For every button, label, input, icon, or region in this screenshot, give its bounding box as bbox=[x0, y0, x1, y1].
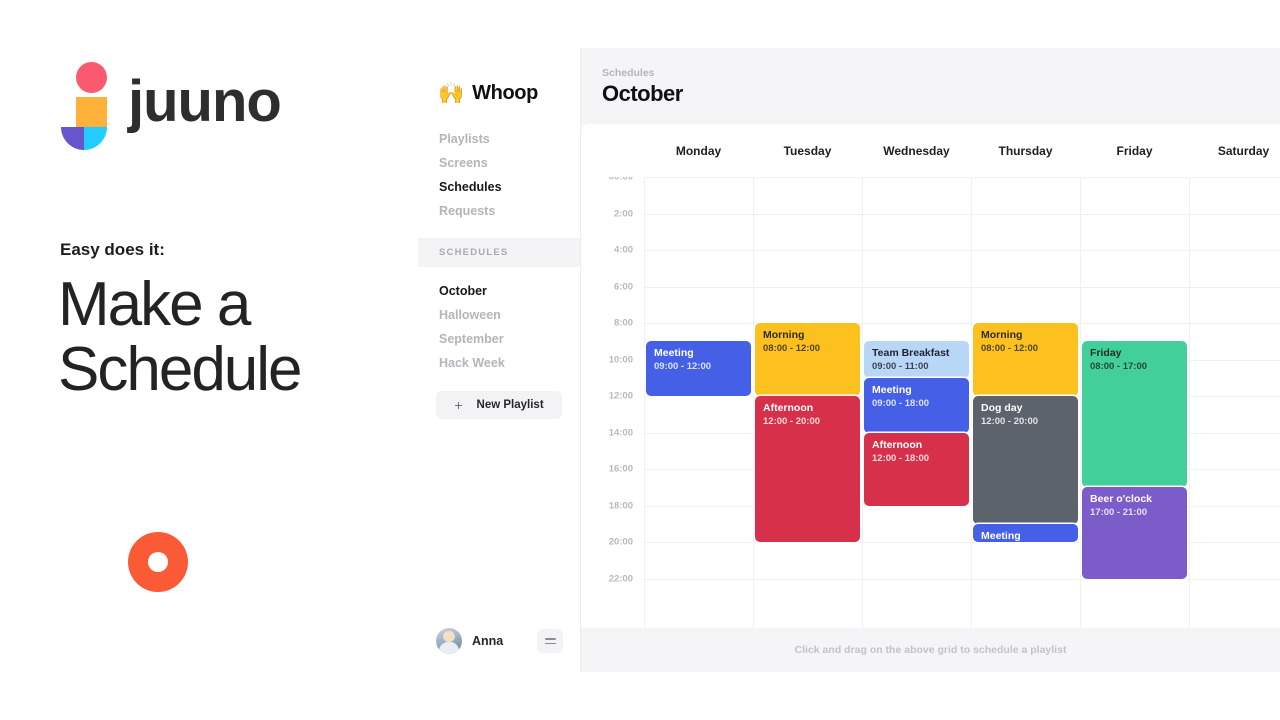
day-column-monday[interactable] bbox=[644, 177, 753, 628]
calendar-event[interactable]: Meeting 09:00 - 18:00 bbox=[864, 377, 969, 433]
calendar-event[interactable]: Team Breakfast 09:00 - 11:00 bbox=[864, 341, 969, 378]
logo-half-right-shape bbox=[84, 127, 107, 150]
record-ring-icon bbox=[128, 532, 188, 592]
event-title: Morning bbox=[981, 329, 1023, 341]
sidebar-item-schedules[interactable]: Schedules bbox=[418, 175, 580, 199]
logo-dot-shape bbox=[76, 62, 107, 93]
time-label: 16:00 bbox=[608, 463, 633, 475]
time-label: 12:00 bbox=[608, 390, 633, 402]
day-header-wednesday: Wednesday bbox=[883, 143, 950, 158]
promo-eyebrow: Easy does it: bbox=[60, 240, 165, 259]
raising-hands-emoji: 🙌 bbox=[438, 82, 465, 105]
calendar-event[interactable]: Beer o'clock 17:00 - 21:00 bbox=[1082, 487, 1187, 579]
schedule-item-october[interactable]: October bbox=[418, 279, 580, 303]
logo-half-left-shape bbox=[61, 127, 84, 150]
plus-icon: + bbox=[454, 397, 463, 413]
event-title: Dog day bbox=[981, 402, 1023, 414]
calendar-event[interactable]: Afternoon 12:00 - 20:00 bbox=[755, 396, 860, 542]
calendar-event[interactable]: Dog day 12:00 - 20:00 bbox=[973, 396, 1078, 524]
event-title: Friday bbox=[1090, 347, 1122, 360]
hamburger-bar bbox=[544, 637, 556, 640]
calendar-event[interactable]: Meeting bbox=[973, 523, 1078, 542]
time-label: 14:00 bbox=[608, 427, 633, 438]
sidebar-schedule-list: October Halloween September Hack Week bbox=[418, 267, 580, 375]
juuno-logo: juuno bbox=[60, 62, 282, 150]
time-label: 20:00 bbox=[608, 536, 633, 548]
event-title: Meeting bbox=[981, 529, 1021, 542]
event-title: Morning bbox=[763, 329, 805, 341]
juuno-logo-mark bbox=[60, 62, 112, 150]
avatar bbox=[436, 628, 462, 654]
event-time: 17:00 - 21:00 bbox=[1090, 507, 1148, 519]
juuno-logo-wordmark: juuno bbox=[128, 69, 282, 134]
promo-headline: Make a Schedule bbox=[58, 270, 303, 405]
sidebar-nav: Playlists Screens Schedules Requests bbox=[418, 127, 580, 223]
event-title: Team Breakfast bbox=[872, 347, 950, 360]
event-time: 08:00 - 12:00 bbox=[981, 343, 1039, 355]
calendar-time-axis: 00:00 2:00 4:00 6:00 8:00 10:00 12:00 14:00 16:0… bbox=[581, 177, 644, 628]
app-window: 🙌 Whoop Playlists Screens Schedules Requ… bbox=[418, 48, 1280, 672]
calendar-event[interactable]: Friday 08:00 - 17:00 bbox=[1082, 341, 1187, 488]
time-label: 10:00 bbox=[608, 354, 633, 365]
calendar-event[interactable]: Morning 08:00 - 12:00 bbox=[755, 323, 860, 396]
event-time: 09:00 - 18:00 bbox=[872, 397, 930, 409]
event-title: Meeting bbox=[872, 383, 912, 396]
time-label: 00:00 bbox=[608, 177, 633, 183]
time-label: 6:00 bbox=[613, 281, 633, 292]
sidebar: 🙌 Whoop Playlists Screens Schedules Requ… bbox=[418, 48, 581, 672]
calendar-grid[interactable]: Meeting 09:00 - 12:00 Morning 08:00 - 12:00… bbox=[644, 177, 1280, 628]
calendar-grid-wrap: 00:00 2:00 4:00 6:00 8:00 10:00 12:00 14:00 16:0… bbox=[581, 177, 1280, 628]
calendar-event[interactable]: Meeting 09:00 - 12:00 bbox=[646, 341, 751, 396]
schedule-item-halloween[interactable]: Halloween bbox=[418, 303, 580, 327]
logo-square-shape bbox=[76, 97, 107, 127]
day-header-saturday: Saturday bbox=[1217, 143, 1270, 158]
day-header-friday: Friday bbox=[1116, 143, 1153, 158]
new-playlist-button[interactable]: + New Playlist bbox=[436, 391, 562, 419]
hamburger-menu-icon[interactable] bbox=[537, 629, 563, 653]
event-time: 12:00 - 18:00 bbox=[872, 452, 930, 464]
time-label: 8:00 bbox=[613, 317, 633, 329]
sidebar-brand: 🙌 Whoop bbox=[418, 48, 580, 105]
time-label: 2:00 bbox=[613, 208, 633, 219]
calendar-event[interactable]: Afternoon 12:00 - 18:00 bbox=[864, 432, 969, 506]
event-time: 09:00 - 12:00 bbox=[654, 361, 712, 373]
event-time: 12:00 - 20:00 bbox=[981, 416, 1039, 428]
day-column-saturday[interactable] bbox=[1189, 177, 1280, 628]
calendar-event[interactable]: Morning 08:00 - 12:00 bbox=[973, 323, 1078, 396]
user-name: Anna bbox=[472, 634, 504, 648]
event-title: Afternoon bbox=[872, 438, 923, 451]
sidebar-section-header: SCHEDULES bbox=[418, 238, 580, 267]
event-time: 12:00 - 20:00 bbox=[763, 416, 821, 428]
day-header-monday: Monday bbox=[675, 143, 722, 158]
sidebar-item-screens[interactable]: Screens bbox=[418, 151, 580, 175]
new-playlist-label: New Playlist bbox=[476, 399, 544, 411]
event-title: Beer o'clock bbox=[1090, 493, 1153, 506]
day-header-tuesday: Tuesday bbox=[783, 143, 832, 158]
schedule-item-september[interactable]: September bbox=[418, 327, 580, 351]
event-time: 08:00 - 17:00 bbox=[1090, 361, 1148, 373]
page-title: October bbox=[602, 81, 683, 106]
calendar-day-header: Monday Tuesday Wednesday Thursday Friday Satu… bbox=[644, 124, 1280, 177]
sidebar-item-playlists[interactable]: Playlists bbox=[418, 127, 580, 151]
event-time: 09:00 - 11:00 bbox=[872, 361, 929, 373]
promo-headline-line-2: Schedule bbox=[58, 335, 303, 405]
promo-headline-line-1: Make a bbox=[58, 270, 251, 339]
day-header-thursday: Thursday bbox=[998, 143, 1053, 158]
hamburger-bar bbox=[544, 642, 556, 645]
workspace-name: Whoop bbox=[472, 82, 538, 104]
sidebar-item-requests[interactable]: Requests bbox=[418, 199, 580, 223]
time-label: 22:00 bbox=[608, 573, 633, 584]
time-label: 4:00 bbox=[613, 244, 633, 256]
event-title: Afternoon bbox=[763, 402, 814, 414]
promo-panel: juuno Easy does it: Make a Schedule bbox=[0, 0, 418, 720]
calendar-hint-text: Click and drag on the above grid to sche… bbox=[794, 644, 1067, 656]
calendar-card: Monday Tuesday Wednesday Thursday Friday Satu… bbox=[581, 124, 1280, 628]
breadcrumb[interactable]: Schedules bbox=[602, 67, 655, 79]
time-label: 18:00 bbox=[608, 500, 633, 511]
sidebar-user-row[interactable]: Anna bbox=[418, 610, 581, 672]
event-time: 08:00 - 12:00 bbox=[763, 343, 821, 355]
schedule-item-hack-week[interactable]: Hack Week bbox=[418, 351, 580, 375]
event-title: Meeting bbox=[654, 347, 694, 360]
main-content: Schedules October Monday Tuesday Wednesday… bbox=[581, 48, 1280, 672]
